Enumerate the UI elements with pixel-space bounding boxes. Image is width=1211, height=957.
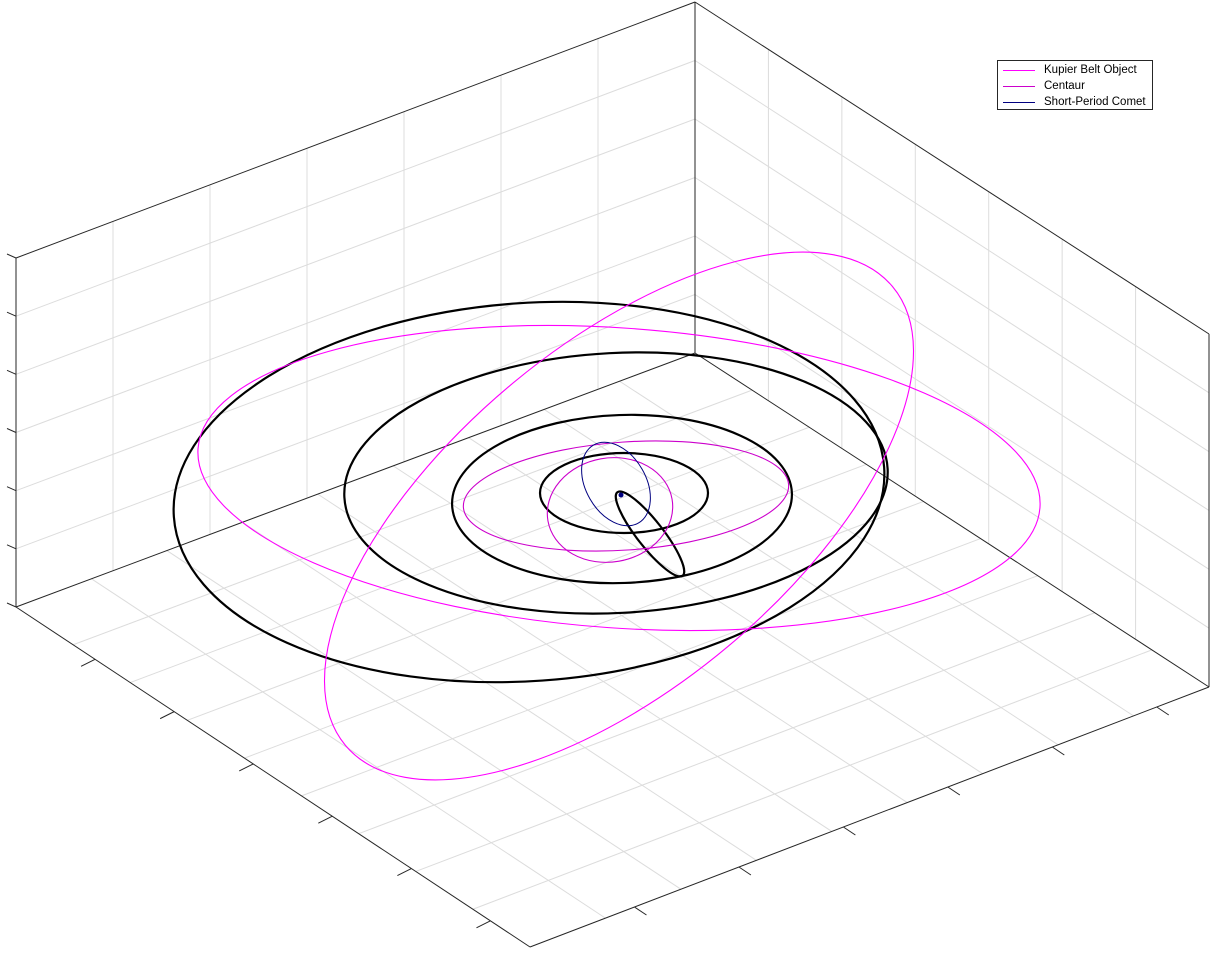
z-axis-tick (6, 253, 17, 259)
grid-line (242, 521, 757, 861)
z-axis-tick (6, 311, 17, 317)
legend-label-kuiper: Kupier Belt Object (1044, 64, 1137, 76)
legend-item-kuiper: Kupier Belt Object (998, 62, 1154, 78)
orbit-curves (172, 251, 1041, 781)
legend-item-centaur: Centaur (998, 78, 1154, 94)
legend-label-centaur: Centaur (1044, 80, 1085, 92)
z-axis-tick (6, 544, 17, 550)
x-axis-tick (80, 658, 96, 667)
axis-edge (15, 606, 531, 948)
x-axis-tick (318, 815, 333, 824)
grid-line (619, 380, 1134, 717)
grid-line (694, 60, 1210, 394)
axis-edge (694, 1, 1210, 335)
axis-edge (529, 686, 1210, 948)
grid-line (415, 612, 1095, 872)
x-axis-tick (239, 763, 254, 772)
grid-line (301, 538, 981, 797)
z-axis-tick (6, 369, 17, 375)
orbit-plot-3d (6, 1, 1210, 948)
y-axis-tick (1156, 706, 1170, 716)
x-axis-tick (476, 920, 491, 929)
x-axis-tick (397, 868, 412, 876)
z-axis-tick (6, 428, 17, 433)
grid-line (15, 177, 696, 433)
grid-line (317, 493, 833, 832)
legend-swatch-centaur (1003, 86, 1035, 87)
grid-line (15, 294, 696, 550)
axis-edge (15, 352, 696, 608)
grid-line (694, 118, 1210, 453)
legend-label-comet: Short-Period Comet (1044, 96, 1146, 108)
axis-edge (15, 1, 696, 259)
planet-orbit (450, 413, 794, 585)
sun-marker (618, 492, 624, 498)
grid-line (166, 550, 682, 890)
legend-swatch-comet (1003, 102, 1035, 103)
y-axis-tick (634, 906, 647, 916)
grid-line (15, 235, 696, 492)
y-axis-tick (738, 866, 752, 876)
grid-line (244, 500, 924, 759)
y-axis-tick (843, 826, 856, 836)
y-axis-tick (1052, 746, 1065, 756)
z-axis-tick (6, 602, 17, 608)
axes-box (15, 1, 1210, 948)
y-axis-tick (947, 786, 961, 796)
z-axis-tick (6, 486, 17, 492)
grid-line (15, 60, 696, 317)
grid-line (472, 649, 1153, 910)
legend-swatch-kuiper (1003, 70, 1035, 71)
x-axis-tick (159, 711, 175, 720)
grid-lines (15, 38, 1210, 919)
legend-item-comet: Short-Period Comet (998, 94, 1154, 110)
legend: Kupier Belt Object Centaur Short-Period … (997, 60, 1153, 110)
grid-line (392, 465, 908, 803)
grid-line (358, 575, 1038, 835)
planet-orbit (172, 300, 886, 684)
